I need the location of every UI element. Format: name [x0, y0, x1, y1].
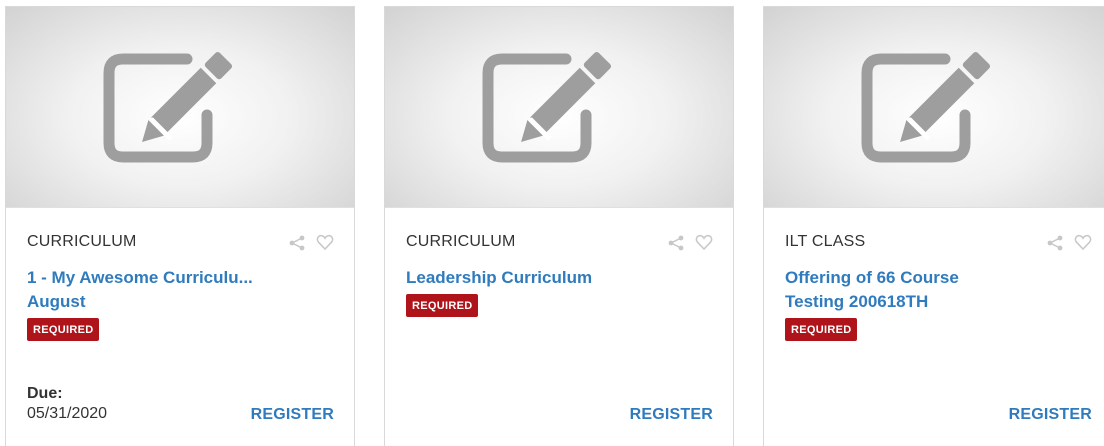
- edit-pencil-icon: [482, 51, 612, 163]
- card-thumbnail[interactable]: [6, 7, 354, 208]
- register-button[interactable]: REGISTER: [1009, 406, 1092, 424]
- card-title[interactable]: 1 - My Awesome Curriculu... August REQUI…: [27, 266, 336, 341]
- learning-card[interactable]: ILT CLASS Offering of 66 Course Testing …: [763, 6, 1104, 446]
- card-title[interactable]: Leadership Curriculum REQUIRED: [406, 266, 715, 317]
- required-badge: REQUIRED: [406, 294, 479, 317]
- heart-icon[interactable]: [695, 233, 713, 251]
- learning-card[interactable]: CURRICULUM 1 - My Awesome Curriculu... A…: [5, 6, 355, 446]
- card-title-line[interactable]: Leadership Curriculum: [406, 266, 715, 290]
- due-date-block: Due: 05/31/2020: [27, 384, 107, 424]
- heart-icon[interactable]: [316, 233, 334, 251]
- card-thumbnail[interactable]: [385, 7, 733, 208]
- learning-cards-row: CURRICULUM 1 - My Awesome Curriculu... A…: [0, 0, 1104, 446]
- card-title-line[interactable]: 1 - My Awesome Curriculu...: [27, 266, 336, 290]
- due-date-value: 05/31/2020: [27, 405, 108, 422]
- register-button[interactable]: REGISTER: [251, 406, 334, 424]
- card-meta-row: CURRICULUM: [406, 232, 713, 252]
- share-icon[interactable]: [288, 233, 306, 251]
- card-meta-row: ILT CLASS: [785, 232, 1092, 252]
- card-title-line[interactable]: Offering of 66 Course: [785, 266, 1094, 290]
- card-thumbnail[interactable]: [764, 7, 1104, 208]
- card-type-label: CURRICULUM: [27, 233, 137, 250]
- register-button[interactable]: REGISTER: [630, 406, 713, 424]
- card-title-line[interactable]: Testing 200618TH: [785, 290, 1094, 314]
- card-title[interactable]: Offering of 66 Course Testing 200618TH R…: [785, 266, 1094, 341]
- card-title-line[interactable]: August: [27, 290, 336, 314]
- required-badge: REQUIRED: [27, 318, 100, 341]
- share-icon[interactable]: [667, 233, 685, 251]
- card-type-label: CURRICULUM: [406, 233, 516, 250]
- share-icon[interactable]: [1046, 233, 1064, 251]
- edit-pencil-icon: [103, 51, 233, 163]
- learning-card[interactable]: CURRICULUM Leadership Curriculum REQUIRE…: [384, 6, 734, 446]
- edit-pencil-icon: [861, 51, 991, 163]
- due-label: Due:: [27, 385, 63, 402]
- card-type-label: ILT CLASS: [785, 233, 866, 250]
- card-meta-row: CURRICULUM: [27, 232, 334, 252]
- heart-icon[interactable]: [1074, 233, 1092, 251]
- required-badge: REQUIRED: [785, 318, 858, 341]
